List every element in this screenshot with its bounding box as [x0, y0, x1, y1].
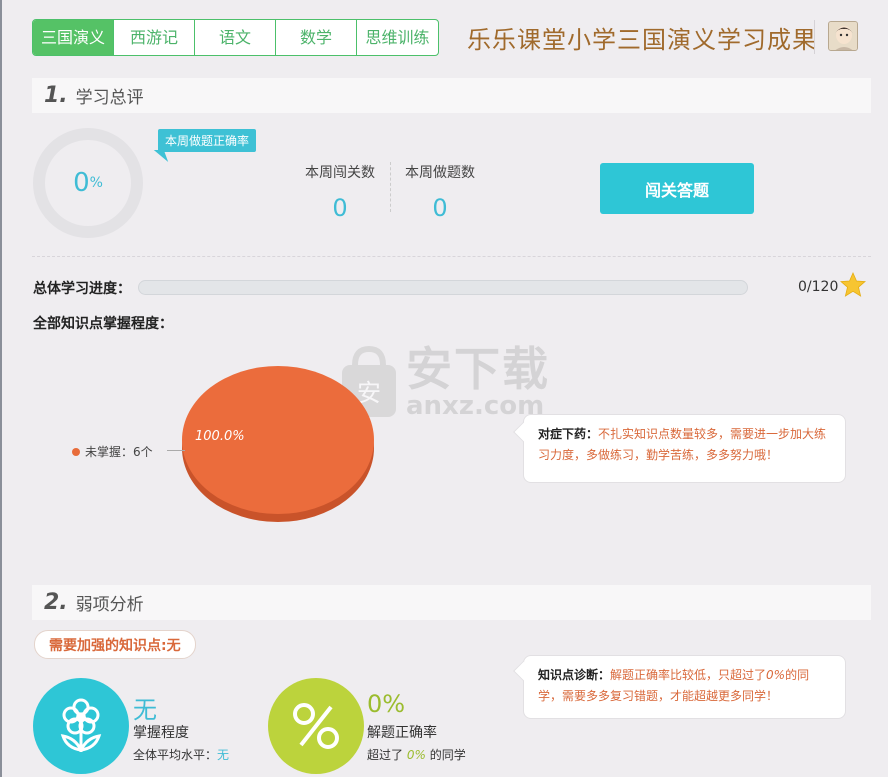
card-pointer	[513, 422, 533, 442]
legend-dot	[72, 447, 80, 456]
accuracy-rank-suffix: 的同学	[429, 748, 466, 762]
mastery-average-prefix: 全体平均水平：	[133, 748, 218, 762]
stat-levels-value: 0	[332, 194, 348, 222]
avatar-icon[interactable]	[828, 21, 858, 51]
mastery-circle	[33, 678, 129, 774]
section-number: 2.	[44, 590, 68, 615]
stat-questions-value: 0	[432, 194, 448, 222]
mastery-average-value: 无	[217, 748, 230, 762]
subject-tabs: 三国演义 西游记 语文 数学 思维训练	[32, 19, 439, 56]
stat-levels-label: 本周闯关数	[305, 165, 375, 181]
advice-card: 对症下药：不扎实知识点数量较多，需要进一步加大练习力度，多做练习，勤学苦练，多多…	[513, 414, 846, 483]
progress-bar	[138, 280, 748, 295]
stat-levels: 本周闯关数 0	[300, 162, 380, 222]
tab-xiyouji[interactable]: 西游记	[114, 20, 195, 55]
accuracy-rank-prefix: 超过了	[367, 748, 404, 762]
tab-shuxue[interactable]: 数学	[276, 20, 357, 55]
stat-questions: 本周做题数 0	[400, 162, 480, 222]
advice-title: 对症下药：	[538, 427, 599, 441]
weak-points-badge: 需要加强的知识点:无	[34, 630, 196, 659]
section-header-weakness: 2. 弱项分析	[32, 585, 871, 620]
accuracy-rank-value: 0%	[406, 748, 426, 762]
section-label: 学习总评	[75, 88, 144, 108]
title-divider	[814, 20, 815, 54]
card-pointer	[513, 661, 533, 681]
accuracy-ring: 0 %	[33, 128, 143, 238]
progress-label: 总体学习进度：	[33, 281, 131, 297]
percent-icon	[293, 703, 339, 749]
stat-divider	[390, 162, 391, 212]
diagnosis-text-a: 解题正确率比较低，只超过了	[610, 668, 767, 682]
section-label: 弱项分析	[75, 595, 144, 615]
mastery-metric-label: 掌握程度	[133, 725, 189, 741]
mastery-pie-chart	[182, 366, 374, 522]
section-header-summary: 1. 学习总评	[32, 78, 871, 113]
section-divider	[32, 256, 871, 257]
diagnosis-title: 知识点诊断：	[538, 668, 611, 682]
star-icon	[840, 272, 866, 297]
page-title: 乐乐课堂小学三国演义学习成果	[467, 26, 817, 54]
start-challenge-button[interactable]: 闯关答题	[600, 163, 754, 214]
pie-slice-label: 100.0%	[195, 429, 245, 444]
legend-text: 未掌握：6个	[85, 445, 153, 459]
accuracy-tooltip: 本周做题正确率	[158, 129, 257, 152]
accuracy-metric-value: 0%	[367, 690, 406, 718]
accuracy-circle	[268, 678, 364, 774]
accuracy-value: 0	[73, 168, 90, 198]
mastery-value: 无	[133, 696, 157, 724]
diagnosis-card: 知识点诊断：解题正确率比较低，只超过了0%的同学，需要多多复习错题，才能超越更多…	[513, 655, 846, 719]
watermark-cn: 安下载	[406, 342, 550, 396]
legend-leader-line	[167, 450, 185, 451]
stat-questions-label: 本周做题数	[405, 165, 475, 181]
pie-legend: 未掌握：6个	[72, 443, 153, 460]
progress-count: 0/120	[798, 279, 839, 295]
diagnosis-pct: 0%	[766, 668, 786, 682]
tab-siwei[interactable]: 思维训练	[357, 20, 438, 55]
accuracy-metric-label: 解题正确率	[367, 725, 437, 741]
mastery-average: 全体平均水平：无	[133, 746, 229, 763]
tab-yuwen[interactable]: 语文	[195, 20, 276, 55]
section-number: 1.	[44, 83, 68, 108]
mastery-label: 全部知识点掌握程度：	[33, 316, 173, 332]
accuracy-unit: %	[89, 175, 103, 191]
accuracy-rank: 超过了 0% 的同学	[367, 746, 466, 763]
tab-sanguo[interactable]: 三国演义	[33, 20, 114, 55]
flower-icon	[60, 698, 102, 752]
